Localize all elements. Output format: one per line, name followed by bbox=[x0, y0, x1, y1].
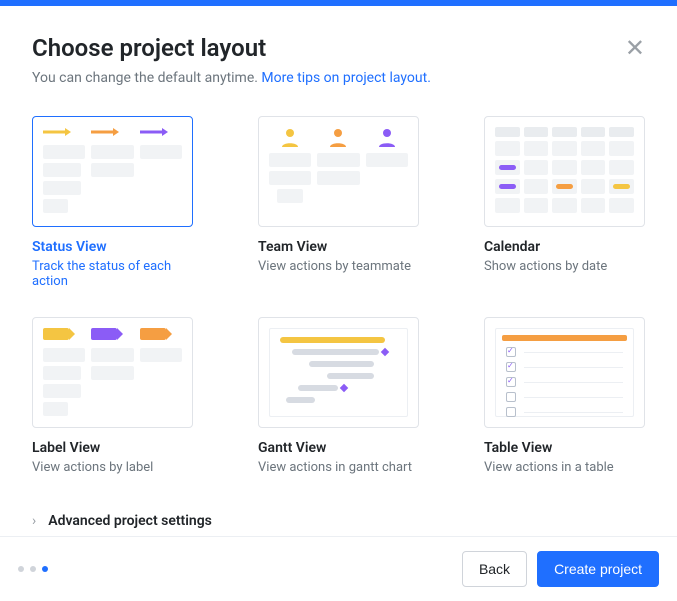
layout-option-table[interactable]: Table View View actions in a table bbox=[484, 317, 645, 475]
advanced-settings-toggle[interactable]: › Advanced project settings bbox=[32, 507, 645, 535]
layout-desc: Track the status of each action bbox=[32, 259, 193, 289]
tag-icon bbox=[43, 328, 69, 340]
layout-option-team[interactable]: Team View View actions by teammate bbox=[258, 116, 419, 289]
page-title: Choose project layout bbox=[32, 34, 645, 62]
layout-title: Table View bbox=[484, 440, 645, 456]
step-dot bbox=[30, 566, 36, 572]
label-view-thumb bbox=[32, 317, 193, 428]
checkbox-icon bbox=[506, 407, 516, 417]
close-button[interactable]: ✕ bbox=[625, 36, 645, 60]
calendar-thumb bbox=[484, 116, 645, 227]
step-indicator bbox=[18, 566, 48, 572]
layout-option-calendar[interactable]: Calendar Show actions by date bbox=[484, 116, 645, 289]
step-dot bbox=[18, 566, 24, 572]
create-project-button[interactable]: Create project bbox=[537, 551, 659, 587]
page-subtitle: You can change the default anytime. More… bbox=[32, 70, 645, 86]
layout-desc: Show actions by date bbox=[484, 259, 645, 274]
chevron-right-icon: › bbox=[32, 513, 36, 529]
table-view-thumb bbox=[484, 317, 645, 428]
arrow-right-icon bbox=[140, 127, 182, 137]
status-view-thumb bbox=[32, 116, 193, 227]
layout-option-label[interactable]: Label View View actions by label bbox=[32, 317, 193, 475]
layout-title: Team View bbox=[258, 239, 419, 255]
footer-actions: Back Create project bbox=[462, 551, 659, 587]
layout-grid: Status View Track the status of each act… bbox=[32, 116, 645, 475]
close-icon: ✕ bbox=[625, 34, 645, 62]
content-area: Choose project layout You can change the… bbox=[0, 6, 677, 535]
person-icon bbox=[280, 127, 300, 147]
arrow-right-icon bbox=[91, 127, 133, 137]
checkbox-icon bbox=[506, 392, 516, 402]
subtitle-text: You can change the default anytime. bbox=[32, 70, 261, 86]
layout-desc: View actions in gantt chart bbox=[258, 460, 419, 475]
layout-title: Status View bbox=[32, 239, 193, 255]
person-icon bbox=[377, 127, 397, 147]
checkbox-icon bbox=[506, 347, 516, 357]
team-view-thumb bbox=[258, 116, 419, 227]
step-dot bbox=[42, 566, 48, 572]
layout-option-status[interactable]: Status View Track the status of each act… bbox=[32, 116, 193, 289]
checkbox-icon bbox=[506, 362, 516, 372]
tag-icon bbox=[140, 328, 166, 340]
arrow-right-icon bbox=[43, 127, 85, 137]
layout-desc: View actions by label bbox=[32, 460, 193, 475]
layout-desc: View actions by teammate bbox=[258, 259, 419, 274]
layout-option-gantt[interactable]: Gantt View View actions in gantt chart bbox=[258, 317, 419, 475]
tag-icon bbox=[91, 328, 117, 340]
layout-title: Gantt View bbox=[258, 440, 419, 456]
gantt-view-thumb bbox=[258, 317, 419, 428]
tips-link[interactable]: More tips on project layout. bbox=[261, 70, 430, 86]
advanced-settings-label: Advanced project settings bbox=[48, 513, 212, 529]
footer: Back Create project bbox=[0, 536, 677, 601]
layout-title: Calendar bbox=[484, 239, 645, 255]
person-icon bbox=[328, 127, 348, 147]
layout-title: Label View bbox=[32, 440, 193, 456]
back-button[interactable]: Back bbox=[462, 551, 527, 587]
checkbox-icon bbox=[506, 377, 516, 387]
layout-desc: View actions in a table bbox=[484, 460, 645, 475]
